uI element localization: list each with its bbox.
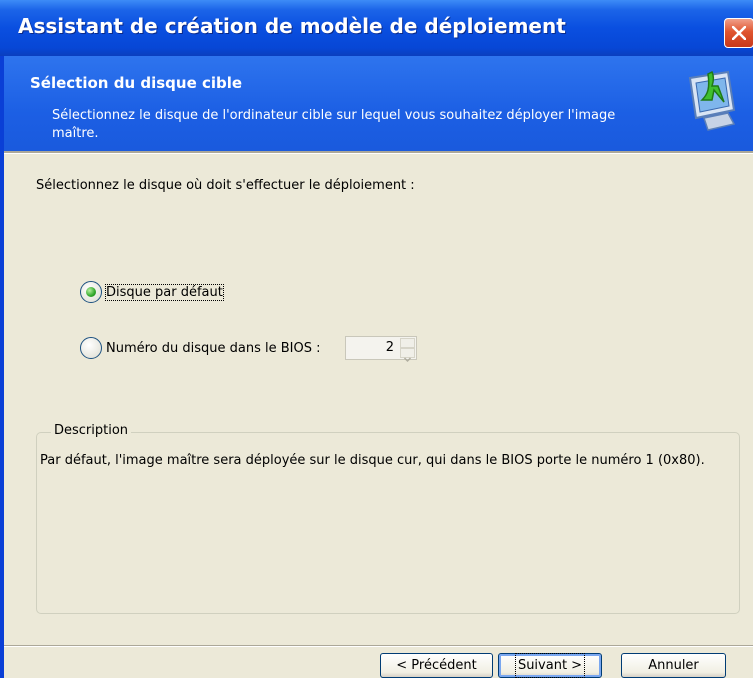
radio-default-disk[interactable] — [80, 281, 102, 303]
default-disk-option[interactable]: Disque par défaut — [80, 281, 224, 303]
next-button-label: Suivant > — [514, 653, 586, 678]
previous-button-label: < Précédent — [396, 658, 477, 673]
bios-disk-label[interactable]: Numéro du disque dans le BIOS : — [106, 341, 321, 356]
title-bar[interactable]: Assistant de création de modèle de déplo… — [0, 0, 753, 56]
wizard-header: Sélection du disque cible Sélectionnez l… — [4, 56, 753, 151]
monitor-install-icon — [688, 70, 736, 131]
description-group-title: Description — [51, 423, 132, 438]
bios-disk-number-value[interactable]: 2 — [386, 340, 394, 355]
description-text: Par défaut, l'image maître sera déployée… — [40, 453, 705, 468]
wizard-window: Assistant de création de modèle de déplo… — [0, 0, 753, 678]
dialog-content: Sélection du disque cible Sélectionnez l… — [4, 56, 753, 678]
bios-disk-option[interactable]: Numéro du disque dans le BIOS : — [80, 337, 321, 359]
default-disk-label[interactable]: Disque par défaut — [105, 283, 224, 301]
header-description: Sélectionnez le disque de l'ordinateur c… — [52, 108, 616, 141]
radio-selected-dot — [86, 287, 96, 297]
description-group: Description Par défaut, l'image maître s… — [36, 423, 740, 614]
header-separator — [4, 151, 753, 154]
bios-disk-number-stepper[interactable]: 2 — [345, 336, 417, 363]
window-title: Assistant de création de modèle de déplo… — [18, 14, 566, 38]
radio-bios-disk[interactable] — [80, 337, 102, 359]
next-button[interactable]: Suivant > — [498, 653, 602, 678]
stepper-down-button[interactable] — [400, 348, 415, 363]
close-icon — [732, 26, 746, 40]
stepper-up-button[interactable] — [400, 338, 415, 353]
stepper-arrows — [400, 338, 415, 363]
chevron-down-icon — [403, 357, 412, 363]
previous-button[interactable]: < Précédent — [380, 653, 493, 678]
header-title: Sélection du disque cible — [30, 74, 243, 92]
close-button[interactable] — [724, 18, 753, 48]
cancel-button-label: Annuler — [648, 658, 699, 673]
disk-selection-prompt: Sélectionnez le disque où doit s'effectu… — [36, 178, 415, 193]
footer-separator — [4, 645, 753, 647]
cancel-button[interactable]: Annuler — [621, 653, 726, 678]
